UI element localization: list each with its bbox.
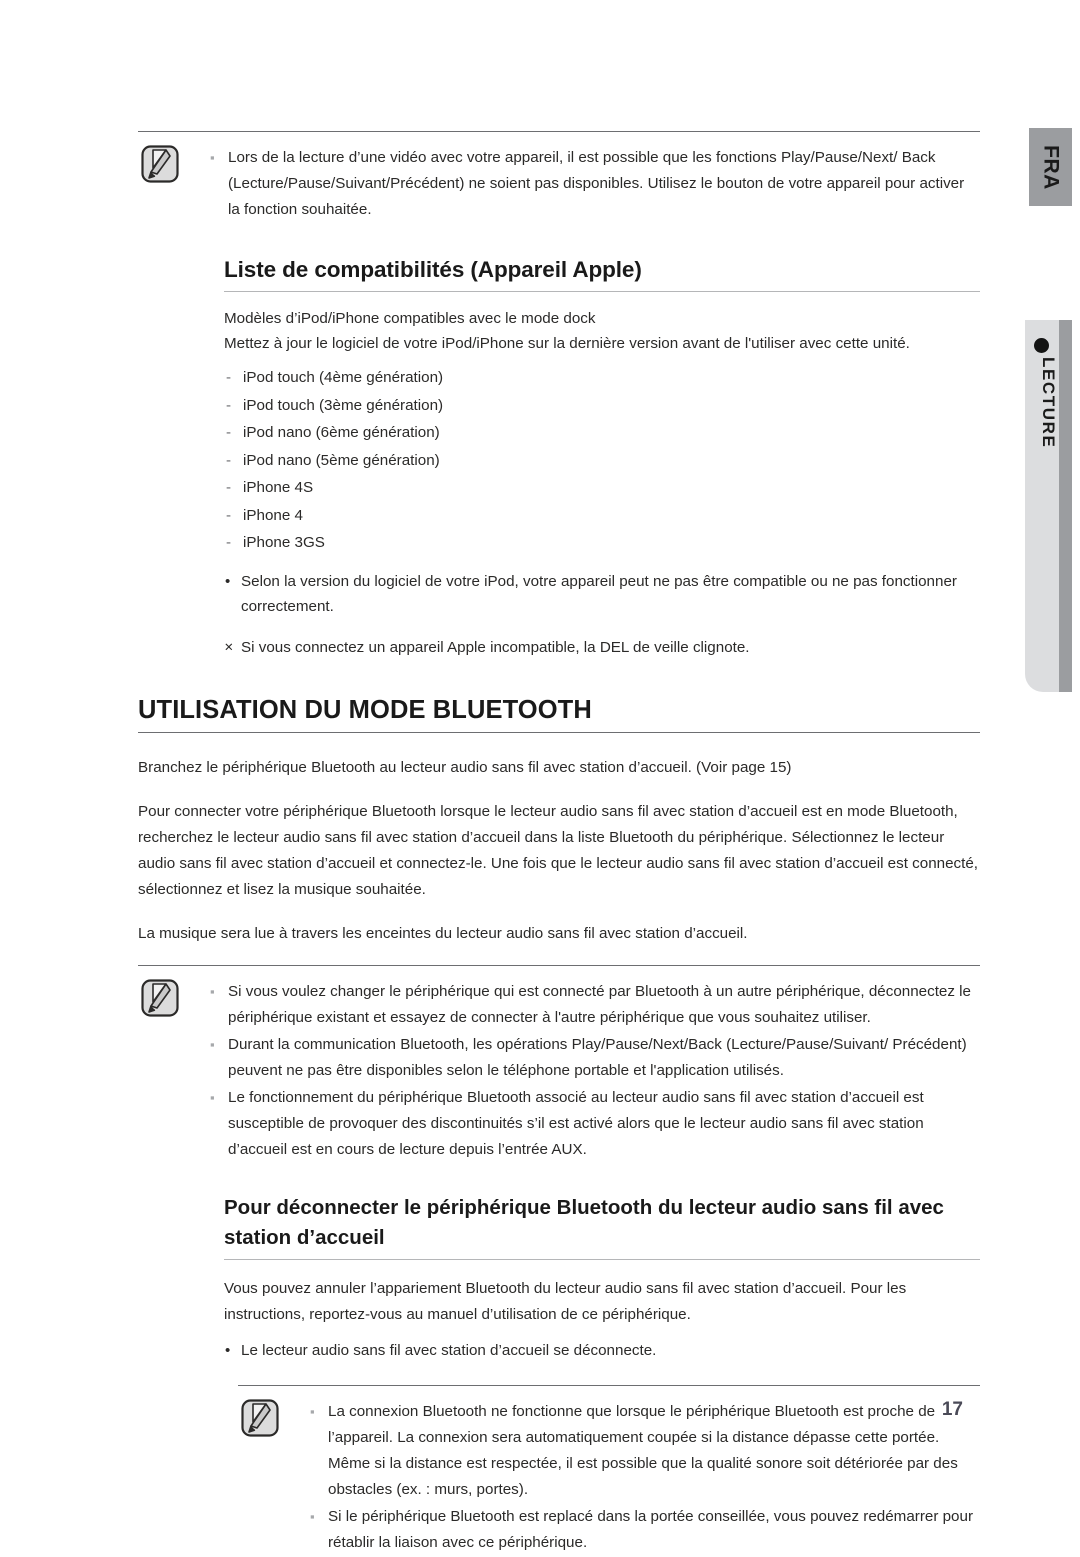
list-item: iPhone 3GS (224, 529, 980, 557)
note-list: Lors de la lecture d’une vidéo avec votr… (210, 145, 980, 223)
note-box-disconnect: La connexion Bluetooth ne fonctionne que… (238, 1384, 980, 1556)
section-tab-edge (1059, 320, 1072, 692)
filled-circle-icon (1034, 338, 1049, 353)
bluetooth-body: Branchez le périphérique Bluetooth au le… (138, 755, 980, 947)
compatibility-heading: Liste de compatibilités (Appareil Apple) (224, 257, 980, 292)
note-item: Lors de la lecture d’une vidéo avec votr… (210, 145, 980, 223)
device-list: iPod touch (4ème génération) iPod touch … (224, 364, 980, 557)
side-rail: FRA LECTURE (980, 0, 1080, 1495)
page-number: 17 (941, 1399, 963, 1420)
list-item: iPod touch (4ème génération) (224, 364, 980, 392)
note-pencil-icon (140, 978, 180, 1018)
list-item: iPhone 4 (224, 502, 980, 530)
manual-page: FRA LECTURE Lors de la lecture d’une vid… (0, 0, 1080, 1551)
list-item: iPhone 4S (224, 474, 980, 502)
disconnect-bullet-list: Le lecteur audio sans fil avec station d… (224, 1338, 980, 1363)
compatibility-intro-2: Mettez à jour le logiciel de votre iPod/… (224, 335, 910, 352)
disconnect-paragraph: Vous pouvez annuler l’appariement Blueto… (224, 1279, 907, 1323)
bluetooth-paragraph-3: La musique sera lue à travers les encein… (138, 924, 748, 942)
disconnect-heading: Pour déconnecter le périphérique Bluetoo… (224, 1193, 980, 1260)
note-item: Si vous voulez changer le périphérique q… (210, 979, 980, 1031)
language-tab-label: FRA (1039, 144, 1062, 190)
note-pencil-icon (140, 144, 180, 184)
compatibility-block: Liste de compatibilités (Appareil Apple)… (224, 257, 980, 661)
bluetooth-paragraph-1: Branchez le périphérique Bluetooth au le… (138, 758, 792, 776)
compatibility-bullet-list: Selon la version du logiciel de votre iP… (224, 569, 980, 619)
note-box-top: Lors de la lecture d’une vidéo avec votr… (138, 131, 980, 223)
list-item: iPod nano (6ème génération) (224, 419, 980, 447)
section-tab-lecture: LECTURE (1025, 320, 1072, 692)
list-item: Le lecteur audio sans fil avec station d… (224, 1338, 980, 1363)
section-heading-wrap: UTILISATION DU MODE BLUETOOTH (138, 696, 980, 733)
note-item: La connexion Bluetooth ne fonctionne que… (310, 1399, 980, 1503)
section-tab-label: LECTURE (1039, 357, 1058, 449)
note-box-bluetooth: Si vous voulez changer le périphérique q… (138, 964, 980, 1163)
list-item: iPod nano (5ème génération) (224, 447, 980, 475)
disconnect-block: Pour déconnecter le périphérique Bluetoo… (224, 1193, 980, 1556)
language-tab-fra: FRA (1029, 128, 1072, 206)
list-item: iPod touch (3ème génération) (224, 392, 980, 420)
note-item: Le fonctionnement du périphérique Blueto… (210, 1085, 980, 1163)
note-item: Si le périphérique Bluetooth est replacé… (310, 1504, 980, 1556)
compatibility-intro-1: Modèles d’iPod/iPhone compatibles avec l… (224, 310, 596, 327)
note-list: La connexion Bluetooth ne fonctionne que… (310, 1399, 980, 1556)
compatibility-warning: Si vous connectez un appareil Apple inco… (224, 635, 980, 661)
bluetooth-paragraph-2: Pour connecter votre périphérique Blueto… (138, 802, 979, 898)
list-item: Selon la version du logiciel de votre iP… (224, 569, 980, 619)
note-item: Durant la communication Bluetooth, les o… (210, 1032, 980, 1084)
note-pencil-icon (240, 1398, 280, 1438)
note-list: Si vous voulez changer le périphérique q… (210, 979, 980, 1163)
page-title: UTILISATION DU MODE BLUETOOTH (138, 695, 592, 724)
content-column: Lors de la lecture d’une vidéo avec votr… (138, 0, 980, 1557)
